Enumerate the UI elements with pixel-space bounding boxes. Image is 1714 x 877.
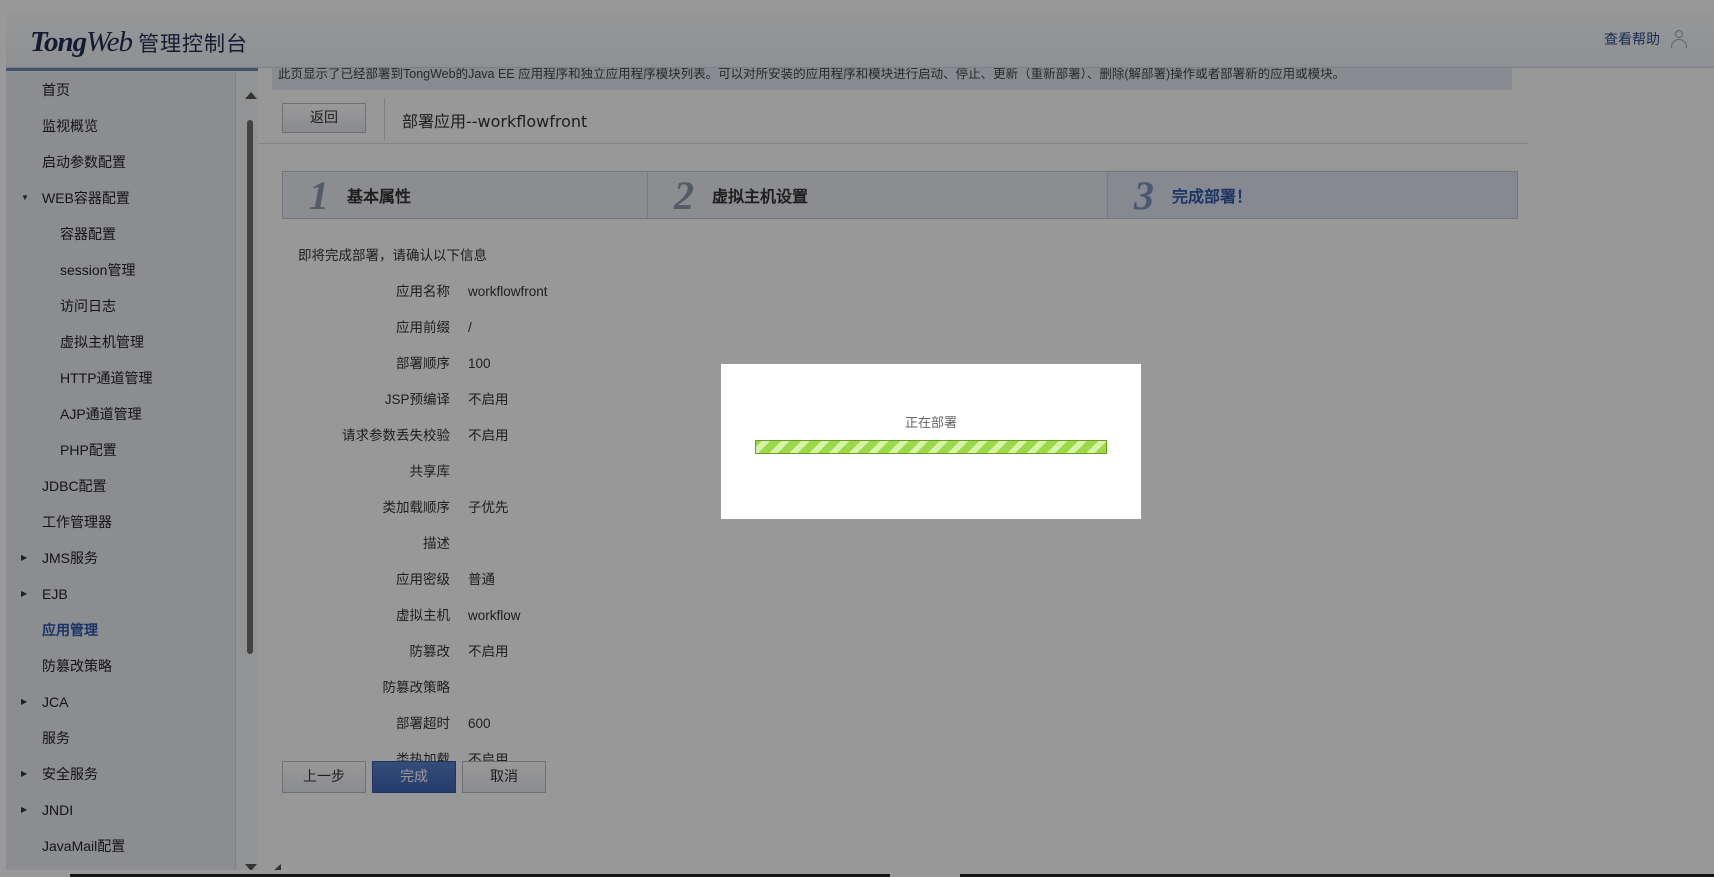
deploying-message: 正在部署 bbox=[904, 416, 957, 431]
deploying-dialog: 正在部署 bbox=[720, 363, 1142, 520]
progress-fill bbox=[756, 441, 1106, 453]
deploy-progress-bar bbox=[755, 440, 1107, 454]
modal-overlay: 正在部署 bbox=[0, 0, 1714, 877]
